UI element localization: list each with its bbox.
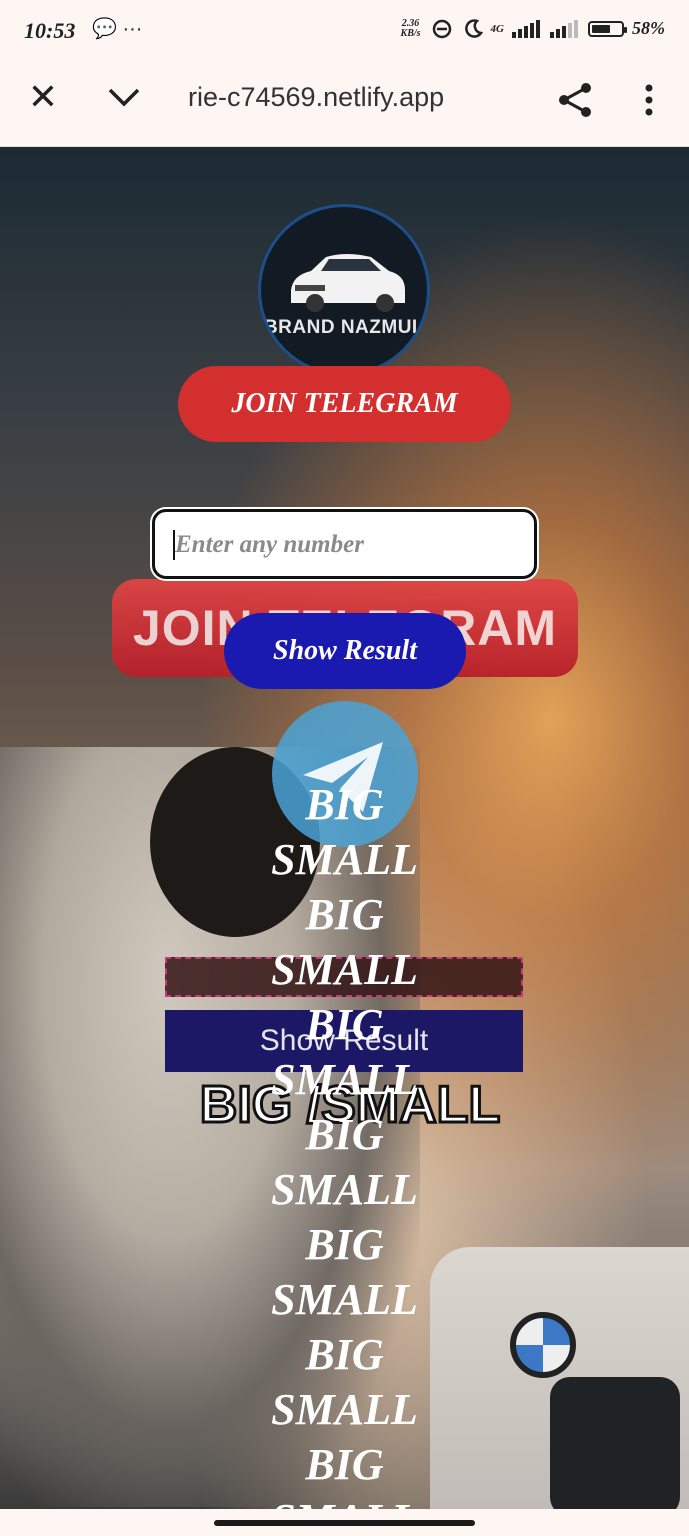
network-speed-value: 2.36 [401, 17, 420, 29]
brand-logo: BRAND NAZMUL [258, 204, 430, 376]
close-icon[interactable]: ✕ [26, 79, 60, 115]
result-item: SMALL [271, 835, 418, 884]
result-item: BIG [305, 1440, 384, 1489]
result-item: SMALL [271, 945, 418, 994]
result-item: BIG [305, 1220, 384, 1269]
result-item: SMALL [271, 1165, 418, 1214]
status-time: 10:53 [24, 18, 76, 43]
network-type: 4G [490, 22, 504, 35]
car-icon [291, 254, 405, 312]
result-item: SMALL [0, 1492, 689, 1509]
page-content: BRAND NAZMUL JOIN TELEGRAM JOIN TELEGRAM… [0, 147, 689, 1509]
result-item: BIG [305, 780, 384, 829]
navigation-bar [0, 1509, 689, 1536]
home-gesture-handle[interactable] [214, 1520, 475, 1526]
share-icon[interactable] [556, 80, 596, 120]
chevron-down-icon[interactable] [106, 82, 142, 112]
battery-icon [588, 20, 627, 37]
result-item: SMALL [271, 1055, 418, 1104]
result-item: SMALL [271, 1385, 418, 1434]
moon-icon [464, 18, 483, 38]
result-list: BIG SMALL BIG SMALL BIG SMALL BIG SMALL … [0, 777, 689, 1509]
battery-percent: 58% [632, 18, 665, 38]
result-item: SMALL [271, 1275, 418, 1324]
result-item: BIG [305, 1110, 384, 1159]
network-speed-unit: KB/s [400, 27, 421, 39]
network-speed: 2.36 KB/s [400, 17, 421, 39]
show-result-button[interactable]: Show Result [224, 613, 466, 689]
signal-icon-2 [550, 19, 578, 38]
more-vert-icon[interactable] [636, 80, 662, 120]
text-caret [173, 530, 175, 560]
join-telegram-button[interactable]: JOIN TELEGRAM [178, 366, 511, 442]
status-right-icons: 2.36 KB/s 4G 58% [401, 18, 665, 39]
number-input[interactable] [173, 522, 517, 568]
browser-toolbar: ✕ rie-c74569.netlify.app [0, 62, 689, 147]
url-text[interactable]: rie-c74569.netlify.app [188, 82, 444, 113]
status-bar: 10:53 💬 ··· 2.36 KB/s 4G 58% [0, 0, 689, 62]
number-input-field[interactable] [152, 509, 537, 579]
result-item: BIG [305, 1330, 384, 1379]
result-item: BIG [305, 1000, 384, 1049]
logo-text: BRAND NAZMUL [263, 317, 425, 338]
result-item: BIG [305, 890, 384, 939]
signal-icon [512, 19, 540, 38]
link-icon [432, 19, 451, 38]
notification-icons: 💬 ··· [92, 18, 143, 40]
